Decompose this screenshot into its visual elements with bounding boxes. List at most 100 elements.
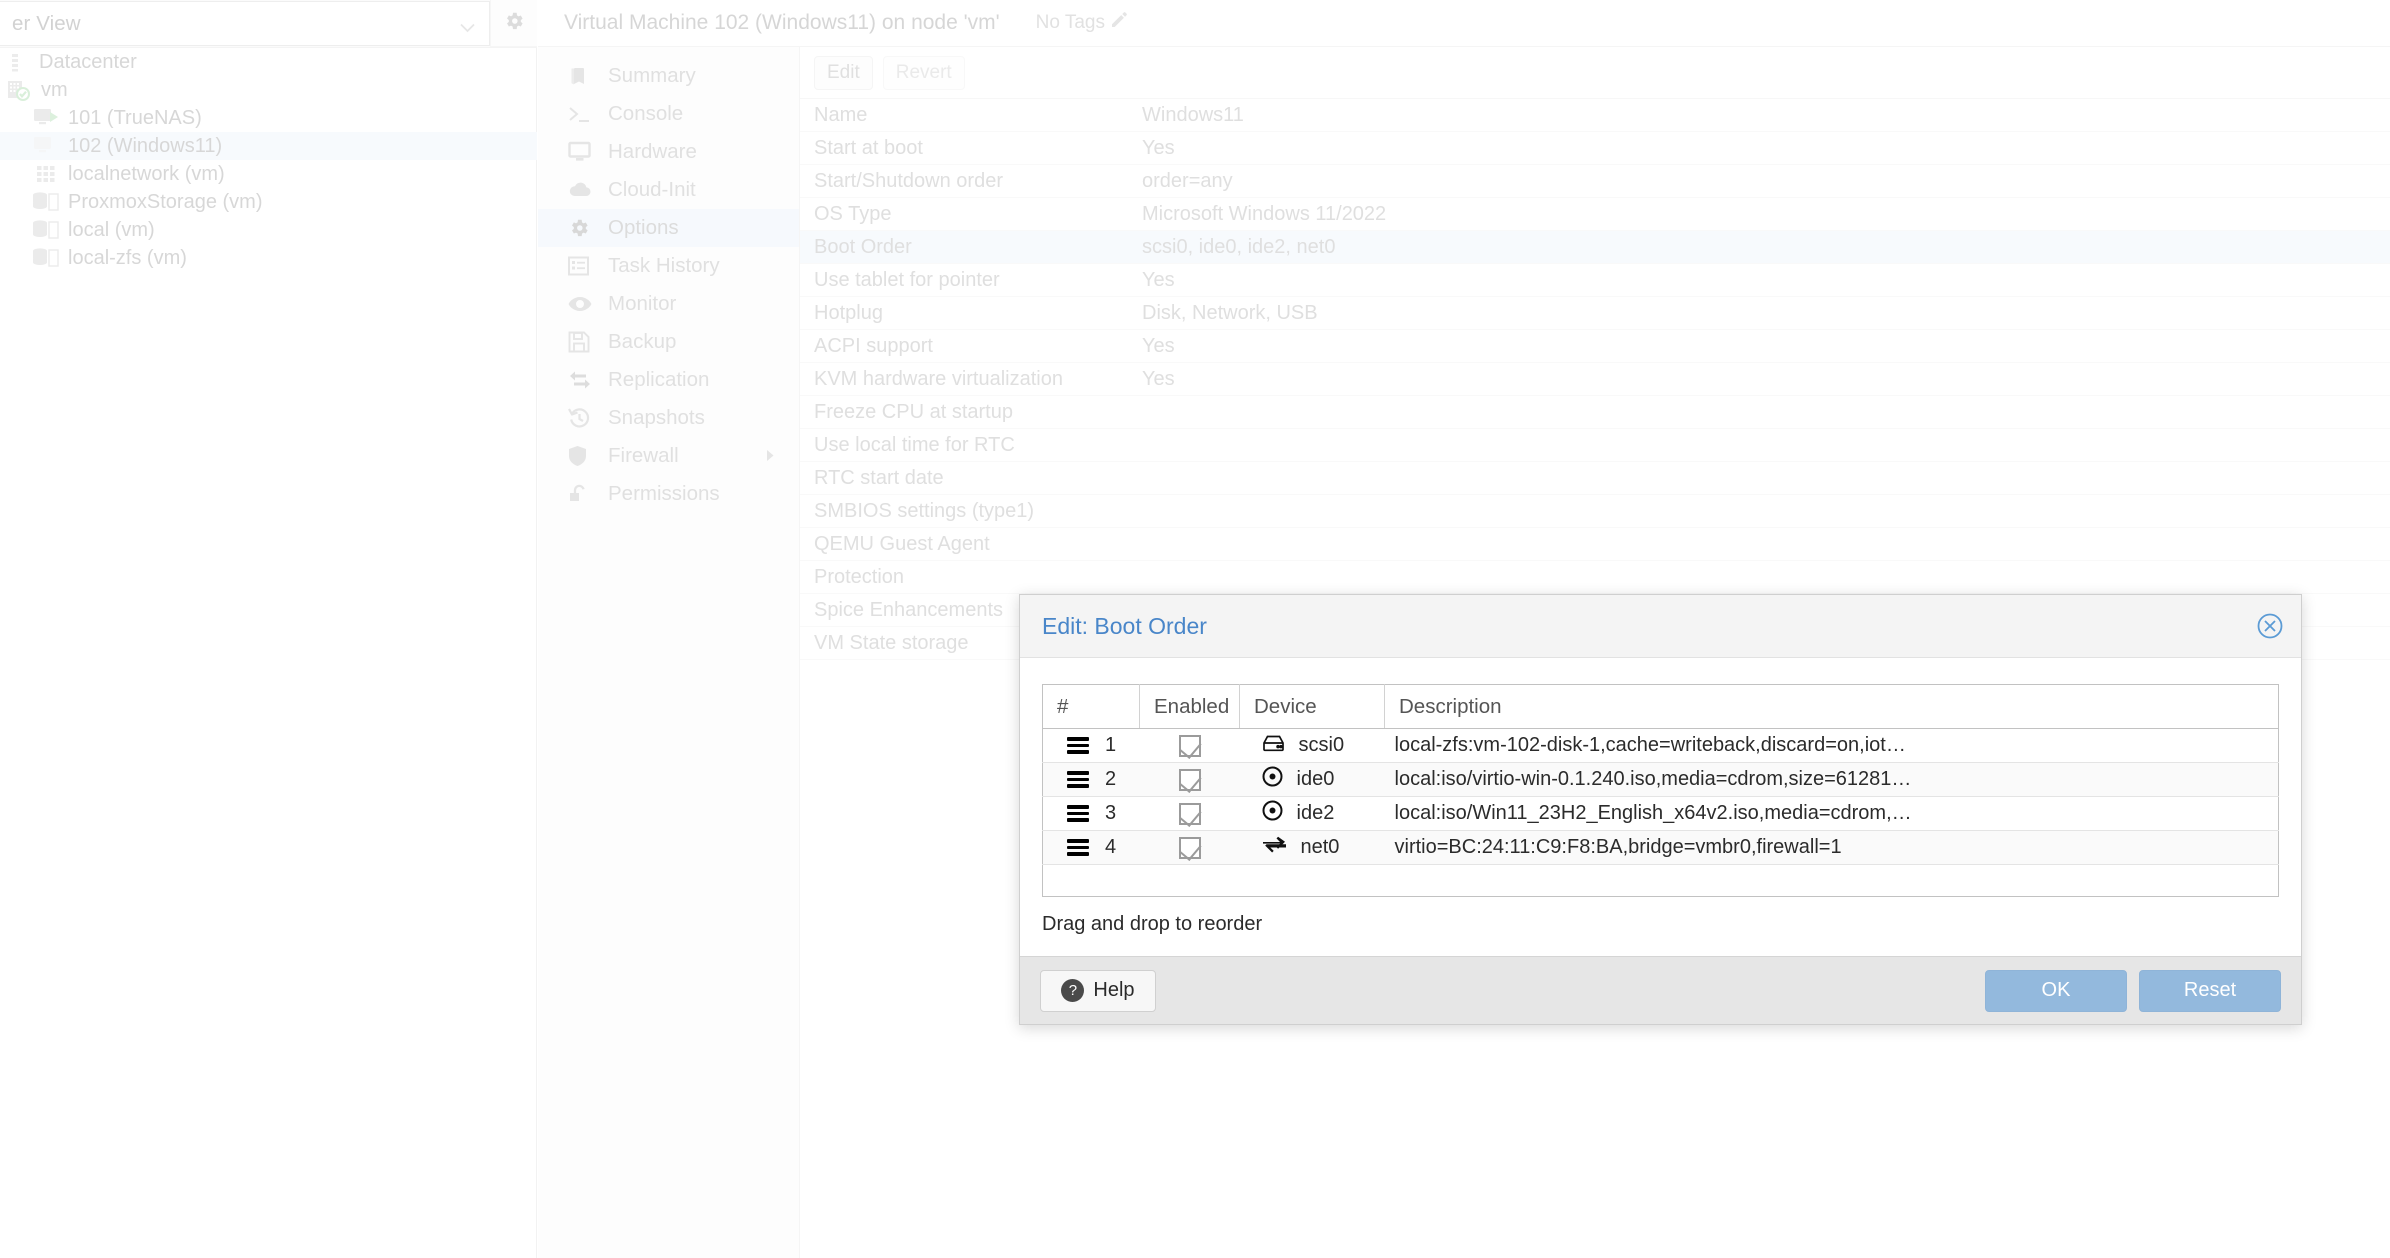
table-row[interactable]: Freeze CPU at startup (800, 396, 2390, 429)
tags-area[interactable]: No Tags (1036, 11, 1128, 35)
boot-table-row[interactable]: 1 scsi0 local-zfs:vm-102-disk-1,cache=wr… (1042, 728, 2279, 763)
reset-button[interactable]: Reset (2139, 969, 2281, 1012)
boot-row-enabled-cell[interactable] (1139, 762, 1240, 797)
nav-item-backup[interactable]: Backup (538, 323, 799, 361)
option-key: OS Type (814, 202, 892, 225)
sidebar-settings-button[interactable] (490, 0, 537, 47)
tree-item-localnetwork[interactable]: localnetwork (vm) (0, 160, 537, 188)
option-value: order=any (1142, 169, 1233, 192)
nav-item-permissions[interactable]: Permissions (538, 475, 799, 513)
table-row[interactable]: OS Type Microsoft Windows 11/2022 (800, 198, 2390, 231)
view-selector-combo[interactable]: er View (0, 1, 490, 46)
option-value: Yes (1142, 367, 1175, 390)
nav-item-monitor[interactable]: Monitor (538, 285, 799, 323)
table-row[interactable]: Start/Shutdown order order=any (800, 165, 2390, 198)
nav-item-label: Firewall (608, 444, 679, 467)
nav-item-label: Snapshots (608, 406, 705, 429)
boot-row-enabled-cell[interactable] (1139, 796, 1240, 831)
close-circle-icon[interactable] (2255, 611, 2285, 641)
column-header-device[interactable]: Device (1239, 684, 1385, 729)
table-row[interactable]: RTC start date (800, 462, 2390, 495)
nav-item-hardware[interactable]: Hardware (538, 133, 799, 171)
table-row[interactable]: Protection (800, 561, 2390, 594)
table-row[interactable]: ACPI support Yes (800, 330, 2390, 363)
unlock-icon (568, 483, 600, 505)
table-row[interactable]: Use local time for RTC (800, 429, 2390, 462)
table-row[interactable]: KVM hardware virtualization Yes (800, 363, 2390, 396)
book-icon (568, 65, 600, 87)
options-grid: Name Windows11 Start at boot Yes Start/S… (800, 99, 2390, 660)
revert-button[interactable]: Revert (882, 55, 965, 90)
boot-order-table: # Enabled Device Description 1 scsi0 loc… (1042, 684, 2279, 897)
tree-item-node-vm[interactable]: vm (0, 76, 537, 104)
boot-row-number-cell[interactable]: 1 (1042, 728, 1140, 763)
boot-table-row[interactable]: 4 net0 virtio=BC:24:11:C9:F8:BA,bridge=v… (1042, 830, 2279, 865)
drag-handle-icon[interactable] (1067, 737, 1089, 754)
ok-button[interactable]: OK (1985, 969, 2127, 1012)
storage-icon (32, 190, 62, 214)
exchange-icon (568, 370, 600, 390)
boot-row-number: 4 (1105, 836, 1117, 858)
column-header-enabled[interactable]: Enabled (1139, 684, 1240, 729)
table-row[interactable]: SMBIOS settings (type1) (800, 495, 2390, 528)
hard-disk-icon (1262, 734, 1285, 758)
table-row[interactable]: Use tablet for pointer Yes (800, 264, 2390, 297)
boot-table-row[interactable]: 3 ide2 local:iso/Win11_23H2_English_x64v… (1042, 796, 2279, 831)
help-button[interactable]: ? Help (1040, 969, 1156, 1012)
tree-item-local-zfs[interactable]: local-zfs (vm) (0, 244, 537, 272)
enabled-checkbox[interactable] (1178, 768, 1201, 791)
nav-item-console[interactable]: Console (538, 95, 799, 133)
chevron-down-icon (460, 19, 475, 32)
nav-item-firewall[interactable]: Firewall (538, 437, 799, 475)
table-row-boot-order[interactable]: Boot Order scsi0, ide0, ide2, net0 (800, 231, 2390, 264)
boot-row-description: virtio=BC:24:11:C9:F8:BA,bridge=vmbr0,fi… (1384, 830, 2279, 865)
tree-item-vm-102[interactable]: 102 (Windows11) (0, 132, 537, 160)
table-row[interactable]: Start at boot Yes (800, 132, 2390, 165)
option-key: Hotplug (814, 301, 883, 324)
nav-item-replication[interactable]: Replication (538, 361, 799, 399)
content-header: Virtual Machine 102 (Windows11) on node … (538, 0, 2390, 47)
edit-button[interactable]: Edit (814, 55, 873, 90)
table-row[interactable]: Name Windows11 (800, 99, 2390, 132)
enabled-checkbox[interactable] (1178, 734, 1201, 757)
boot-row-enabled-cell[interactable] (1139, 830, 1240, 865)
nav-item-options[interactable]: Options (538, 209, 799, 247)
boot-row-number-cell[interactable]: 3 (1042, 796, 1140, 831)
tree-item-vm-101[interactable]: 101 (TrueNAS) (0, 104, 537, 132)
boot-row-description: local:iso/virtio-win-0.1.240.iso,media=c… (1384, 762, 2279, 797)
empty-cell (1042, 864, 1140, 897)
table-row[interactable]: Hotplug Disk, Network, USB (800, 297, 2390, 330)
view-selector-value: er View (12, 11, 81, 35)
drag-handle-icon[interactable] (1067, 839, 1089, 856)
column-header-description[interactable]: Description (1384, 684, 2279, 729)
boot-row-enabled-cell[interactable] (1139, 728, 1240, 763)
tree-item-datacenter[interactable]: Datacenter (0, 48, 537, 76)
column-header-number[interactable]: # (1042, 684, 1140, 729)
nav-item-cloud-init[interactable]: Cloud-Init (538, 171, 799, 209)
pencil-icon[interactable] (1110, 11, 1128, 35)
boot-row-number-cell[interactable]: 4 (1042, 830, 1140, 865)
gear-icon (568, 217, 600, 239)
drag-handle-icon[interactable] (1067, 805, 1089, 822)
cloud-icon (568, 181, 600, 199)
enabled-checkbox[interactable] (1178, 802, 1201, 825)
enabled-checkbox[interactable] (1178, 836, 1201, 859)
table-row[interactable]: QEMU Guest Agent (800, 528, 2390, 561)
nav-item-snapshots[interactable]: Snapshots (538, 399, 799, 437)
option-key: Start at boot (814, 136, 923, 159)
boot-table-row[interactable]: 2 ide0 local:iso/virtio-win-0.1.240.iso,… (1042, 762, 2279, 797)
datacenter-icon (3, 50, 33, 74)
cdrom-icon (1262, 766, 1283, 793)
nav-item-task-history[interactable]: Task History (538, 247, 799, 285)
tree-item-local[interactable]: local (vm) (0, 216, 537, 244)
tree-item-label: localnetwork (vm) (68, 162, 225, 185)
empty-cell (1139, 864, 1240, 897)
shield-icon (568, 445, 600, 467)
dialog-title: Edit: Boot Order (1042, 612, 1207, 639)
boot-row-number-cell[interactable]: 2 (1042, 762, 1140, 797)
tree-item-proxmoxstorage[interactable]: ProxmoxStorage (vm) (0, 188, 537, 216)
nav-item-summary[interactable]: Summary (538, 57, 799, 95)
boot-row-device: ide2 (1296, 802, 1335, 824)
drag-handle-icon[interactable] (1067, 771, 1089, 788)
tree-item-label: 102 (Windows11) (68, 134, 223, 157)
